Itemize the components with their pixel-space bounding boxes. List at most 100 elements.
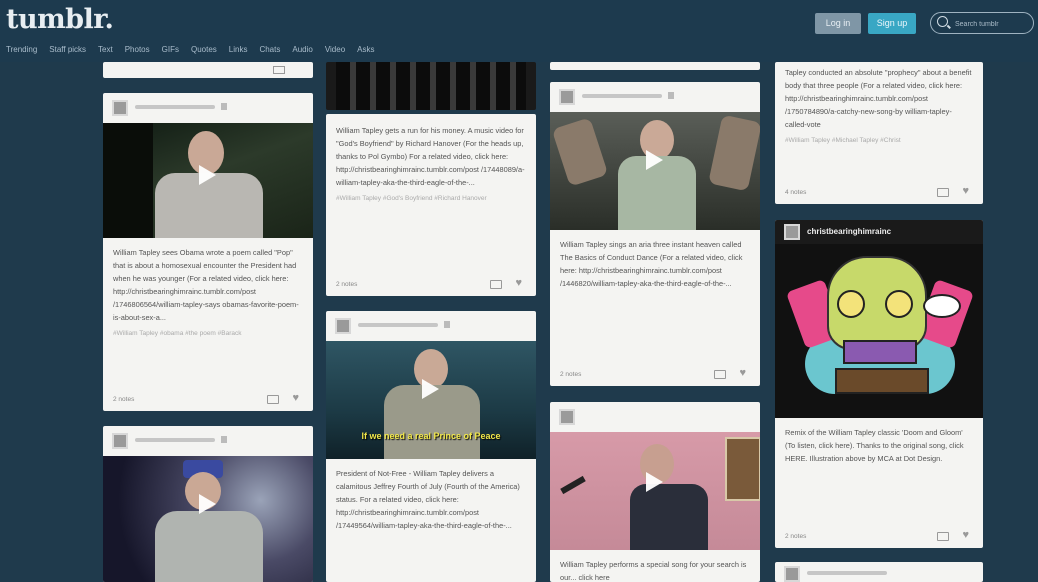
nav-gifs[interactable]: GIFs (162, 45, 179, 54)
post-card: William Tapley gets a run for his money.… (326, 114, 536, 296)
post-header (550, 402, 760, 432)
search-icon (937, 16, 948, 27)
reblog-icon[interactable] (937, 532, 949, 541)
post-card: christbearinghimrainc Remix of the Willi… (775, 220, 983, 548)
notes-count[interactable]: 4 notes (785, 189, 806, 196)
nav-photos[interactable]: Photos (125, 45, 150, 54)
illustration-eye (837, 290, 865, 318)
tumblr-logo[interactable]: tumblr. (6, 4, 114, 35)
post-tags[interactable]: #William Tapley #God's Boyfriend #Richar… (326, 193, 536, 204)
post-card (103, 426, 313, 582)
post-illustration[interactable] (775, 244, 983, 418)
heart-icon[interactable]: ♥ (739, 368, 746, 379)
post-card: If we need a real Prince of Peace Presid… (326, 311, 536, 582)
post-header (550, 82, 760, 112)
username[interactable] (358, 323, 438, 327)
follow-icon[interactable] (668, 92, 674, 99)
heart-icon[interactable]: ♥ (962, 530, 969, 541)
play-icon[interactable] (199, 494, 216, 514)
notes-count[interactable]: 2 notes (560, 371, 581, 378)
search-box[interactable] (930, 12, 1034, 34)
post-body: President of Not-Free - William Tapley d… (336, 469, 520, 530)
illustration-eye (885, 290, 913, 318)
post-card: William Tapley performs a special song f… (550, 402, 760, 582)
video-player[interactable] (326, 62, 536, 110)
nav-links[interactable]: Links (229, 45, 248, 54)
video-player[interactable] (550, 112, 760, 230)
post-header (103, 426, 313, 456)
avatar[interactable] (112, 100, 128, 116)
post-card-partial (550, 62, 760, 70)
post-footer: 2 notes ♥ (550, 364, 760, 386)
notes-count[interactable]: 2 notes (113, 396, 134, 403)
post-footer: 2 notes ♥ (326, 274, 536, 296)
play-icon[interactable] (422, 379, 439, 399)
nav-staff-picks[interactable]: Staff picks (49, 45, 86, 54)
username[interactable] (807, 571, 887, 575)
post-footer: 2 notes ♥ (775, 526, 983, 548)
video-player[interactable] (103, 123, 313, 238)
username[interactable]: christbearinghimrainc (807, 227, 891, 236)
reblog-icon[interactable] (714, 370, 726, 379)
video-wall-picture (725, 437, 760, 501)
heart-icon[interactable]: ♥ (292, 393, 299, 404)
notes-count[interactable]: 2 notes (336, 281, 357, 288)
post-card: William Tapley sees Obama wrote a poem c… (103, 93, 313, 411)
avatar[interactable] (112, 433, 128, 449)
avatar[interactable] (784, 224, 800, 240)
username[interactable] (135, 438, 215, 442)
video-player[interactable] (550, 432, 760, 550)
illustration-sign (835, 368, 929, 394)
heart-icon[interactable]: ♥ (962, 186, 969, 197)
top-bar: tumblr. Trending Staff picks Text Photos… (0, 0, 1038, 62)
nav-quotes[interactable]: Quotes (191, 45, 217, 54)
play-icon[interactable] (199, 165, 216, 185)
post-body: William Tapley sings an aria three insta… (560, 240, 743, 288)
follow-icon[interactable] (221, 103, 227, 110)
play-icon[interactable] (646, 150, 663, 170)
reblog-icon[interactable] (267, 395, 279, 404)
heart-icon[interactable]: ♥ (515, 278, 522, 289)
reblog-icon[interactable] (937, 188, 949, 197)
play-icon[interactable] (646, 472, 663, 492)
post-footer: 2 notes ♥ (103, 389, 313, 411)
reblog-icon[interactable] (273, 66, 285, 74)
avatar[interactable] (784, 566, 800, 582)
post-header (103, 93, 313, 123)
post-body: Tapley conducted an absolute "prophecy" … (785, 68, 972, 129)
reblog-icon[interactable] (490, 280, 502, 289)
illustration-speech-bubble (923, 294, 961, 318)
post-card-partial (775, 562, 983, 582)
username[interactable] (582, 94, 662, 98)
video-shirt (155, 511, 263, 582)
video-scene (708, 114, 760, 192)
post-card: Tapley conducted an absolute "prophecy" … (775, 62, 983, 204)
nav-asks[interactable]: Asks (357, 45, 374, 54)
video-player[interactable] (103, 456, 313, 582)
signup-button[interactable]: Sign up (868, 13, 916, 34)
video-player[interactable]: If we need a real Prince of Peace (326, 341, 536, 459)
search-input[interactable] (953, 16, 1033, 32)
notes-count[interactable]: 2 notes (785, 533, 806, 540)
avatar[interactable] (559, 409, 575, 425)
video-scene (336, 62, 526, 110)
nav-chats[interactable]: Chats (259, 45, 280, 54)
video-scene (103, 123, 153, 238)
follow-icon[interactable] (444, 321, 450, 328)
follow-icon[interactable] (221, 436, 227, 443)
video-subtitle: If we need a real Prince of Peace (361, 431, 501, 441)
post-footer: 4 notes ♥ (775, 182, 983, 204)
avatar[interactable] (335, 318, 351, 334)
nav-video[interactable]: Video (325, 45, 345, 54)
post-card-partial (103, 62, 313, 78)
post-tags[interactable]: #William Tapley #obama #the poem #Barack (103, 328, 313, 339)
avatar[interactable] (559, 89, 575, 105)
post-tags[interactable]: #William Tapley #Michael Tapley #Christ (775, 135, 983, 146)
post-body: Remix of the William Tapley classic 'Doo… (785, 428, 964, 463)
username[interactable] (135, 105, 215, 109)
nav-audio[interactable]: Audio (292, 45, 312, 54)
nav-trending[interactable]: Trending (6, 45, 37, 54)
login-button[interactable]: Log in (815, 13, 861, 34)
post-body: William Tapley sees Obama wrote a poem c… (113, 248, 299, 322)
nav-text[interactable]: Text (98, 45, 113, 54)
